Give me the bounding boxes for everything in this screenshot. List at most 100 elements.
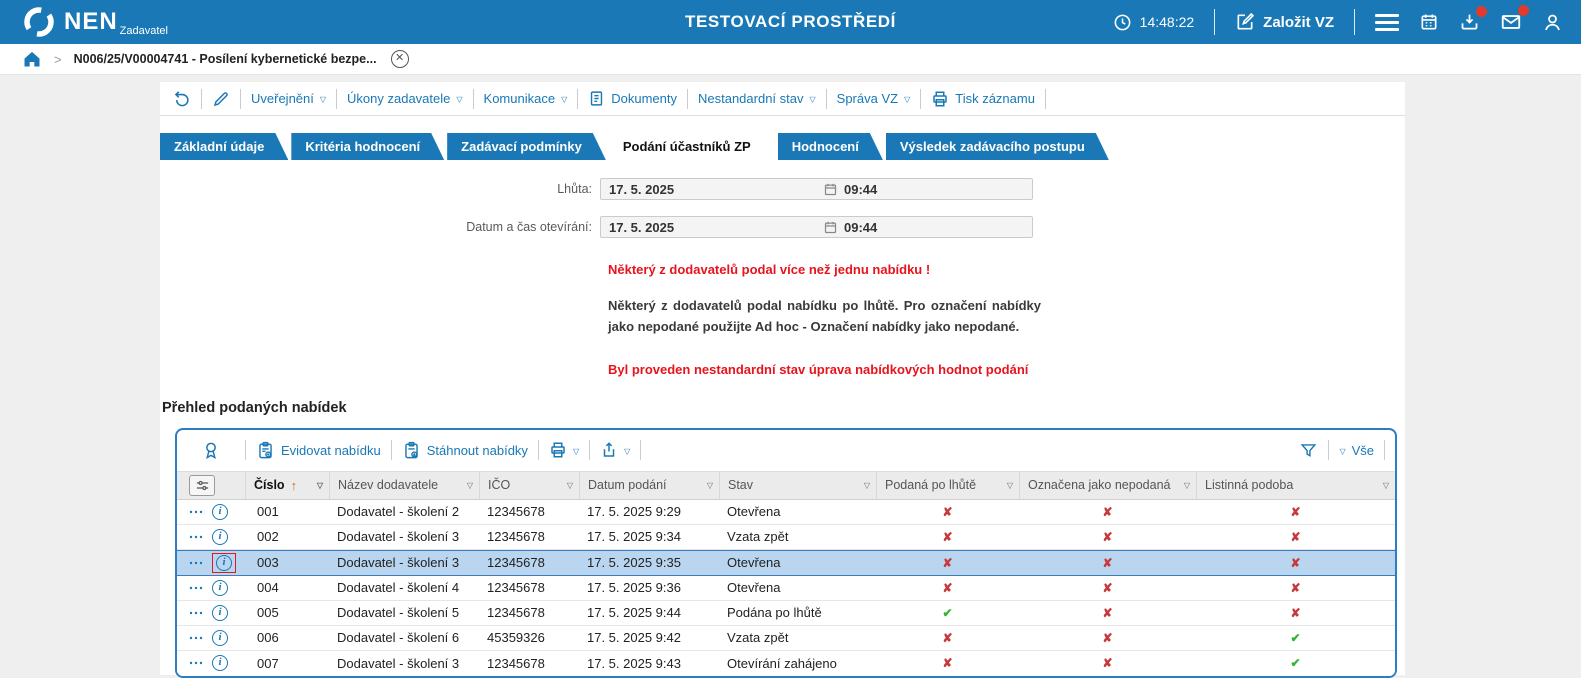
evidovat-nabidku-button[interactable]: Evidovat nabídku: [256, 441, 381, 460]
row-info-icon[interactable]: i: [212, 579, 228, 596]
create-vz-button[interactable]: Založit VZ: [1235, 12, 1334, 32]
header-datum-podani[interactable]: Datum podání ▽: [579, 471, 719, 499]
cell-datum: 17. 5. 2025 9:35: [587, 555, 681, 571]
menu-uverejneni[interactable]: Uveřejnění ▽: [251, 91, 326, 106]
filter-all-dropdown[interactable]: ▽ Vše: [1339, 443, 1374, 458]
row-info-icon[interactable]: i: [212, 528, 228, 545]
menu-dokumenty[interactable]: Dokumenty: [588, 90, 677, 107]
cell-listinna: ✘: [1290, 555, 1301, 570]
calendar-icon[interactable]: [823, 182, 838, 197]
cell-datum: 17. 5. 2025 9:44: [587, 605, 681, 621]
breadcrumb-separator: >: [54, 51, 62, 67]
tab-zakladni-udaje[interactable]: Základní údaje: [160, 133, 288, 160]
row-info-icon[interactable]: i: [216, 554, 232, 571]
menu-sprava-vz[interactable]: Správa VZ ▽: [837, 91, 911, 106]
print-record-button[interactable]: Tisk záznamu: [931, 90, 1035, 108]
menu-nestandardni-stav[interactable]: Nestandardní stav ▽: [698, 91, 816, 106]
row-info-icon[interactable]: i: [212, 604, 228, 621]
table-row-selected[interactable]: i 003 Dodavatel - školení 3 12345678 17.…: [177, 549, 1395, 576]
cell-cislo: 004: [257, 580, 279, 596]
row-menu-icon[interactable]: [189, 635, 203, 641]
cell-nazev: Dodavatel - školení 3: [337, 555, 460, 571]
table-row[interactable]: i 007 Dodavatel - školení 3 12345678 17.…: [177, 650, 1395, 676]
menu-icon[interactable]: [1375, 13, 1399, 31]
header-podana-po-lhute[interactable]: Podaná po lhůtě ▽: [876, 471, 1019, 499]
row-menu-icon[interactable]: [189, 610, 203, 616]
filter-icon[interactable]: ▽: [1007, 481, 1013, 490]
column-settings-icon[interactable]: [189, 474, 215, 496]
cell-ico: 12345678: [487, 580, 545, 596]
history-button[interactable]: [172, 89, 191, 108]
downloads-button[interactable]: [1459, 5, 1487, 33]
filter-funnel-icon[interactable]: [1299, 441, 1318, 460]
divider: [240, 88, 241, 109]
row-info-icon[interactable]: i: [212, 629, 228, 646]
filter-icon[interactable]: ▽: [707, 481, 713, 490]
tab-zadavaci-podminky[interactable]: Zadávací podmínky: [447, 133, 606, 160]
deadline-time-value[interactable]: 09:44: [844, 182, 877, 197]
row-info-icon[interactable]: i: [212, 655, 228, 672]
menu-komunikace[interactable]: Komunikace ▽: [484, 91, 568, 106]
header-ico[interactable]: IČO ▽: [479, 471, 579, 499]
stahnout-nabidky-button[interactable]: Stáhnout nabídky: [402, 441, 528, 460]
row-menu-icon[interactable]: [189, 560, 203, 566]
table-row[interactable]: i 005 Dodavatel - školení 5 12345678 17.…: [177, 600, 1395, 626]
table-row[interactable]: i 001 Dodavatel - školení 2 12345678 17.…: [177, 499, 1395, 525]
tab-podani-ucastniku[interactable]: Podání účastníků ZP: [609, 133, 775, 160]
cell-ico: 12345678: [487, 504, 545, 520]
award-button[interactable]: [201, 440, 221, 460]
filter-icon[interactable]: ▽: [1383, 481, 1389, 490]
row-menu-icon[interactable]: [189, 509, 203, 515]
filter-icon[interactable]: ▽: [864, 481, 870, 490]
warning-nonstandard-state: Byl proveden nestandardní stav úprava na…: [608, 361, 1029, 377]
chevron-down-icon: ▽: [904, 95, 911, 104]
cell-nepodana: ✘: [1102, 555, 1113, 570]
table-row[interactable]: i 004 Dodavatel - školení 4 12345678 17.…: [177, 575, 1395, 601]
undo-icon: [174, 91, 189, 107]
menu-ukony-zadavatele[interactable]: Úkony zadavatele ▽: [347, 91, 463, 106]
filter-icon[interactable]: ▽: [317, 481, 323, 490]
table-row[interactable]: i 006 Dodavatel - školení 6 45359326 17.…: [177, 625, 1395, 651]
divider: [472, 88, 474, 109]
opening-input[interactable]: 17. 5. 2025 09:44: [600, 216, 1033, 238]
row-menu-icon[interactable]: [189, 660, 203, 666]
edit-button[interactable]: [212, 90, 230, 108]
nen-logo[interactable]: NEN Zadavatel: [22, 5, 168, 39]
header-listinna-podoba[interactable]: Listinná podoba ▽: [1196, 471, 1395, 499]
print-list-button[interactable]: ▽: [549, 441, 579, 459]
filter-icon[interactable]: ▽: [567, 481, 573, 490]
cell-po-lhute: ✘: [942, 580, 953, 595]
cell-stav: Vzata zpět: [727, 630, 789, 646]
tab-hodnoceni[interactable]: Hodnocení: [778, 133, 883, 160]
export-button[interactable]: ▽: [600, 441, 630, 459]
row-info-icon[interactable]: i: [212, 503, 228, 520]
header-oznacena-jako-nepodana[interactable]: Označena jako nepodaná ▽: [1019, 471, 1196, 499]
header-nazev-dodavatele[interactable]: Název dodavatele ▽: [329, 471, 479, 499]
home-icon[interactable]: [22, 49, 42, 69]
cell-datum: 17. 5. 2025 9:43: [587, 655, 681, 671]
breadcrumb-item[interactable]: N006/25/V00004741 - Posílení kybernetick…: [74, 52, 377, 66]
opening-date-value[interactable]: 17. 5. 2025: [601, 220, 823, 235]
messages-button[interactable]: [1500, 5, 1529, 33]
table-row[interactable]: i 002 Dodavatel - školení 3 12345678 17.…: [177, 524, 1395, 550]
cell-cislo: 007: [257, 655, 279, 671]
deadline-input[interactable]: 17. 5. 2025 09:44: [600, 178, 1033, 200]
opening-time-value[interactable]: 09:44: [844, 220, 877, 235]
header-stav[interactable]: Stav ▽: [719, 471, 876, 499]
row-menu-icon[interactable]: [189, 585, 203, 591]
filter-icon[interactable]: ▽: [1184, 481, 1190, 490]
cell-nepodana: ✘: [1102, 504, 1113, 519]
tab-vysledek[interactable]: Výsledek zadávacího postupu: [886, 133, 1109, 160]
brand-name: NEN: [64, 8, 118, 35]
deadline-date-value[interactable]: 17. 5. 2025: [601, 182, 823, 197]
close-icon[interactable]: ✕: [390, 50, 409, 68]
tab-kriteria-hodnoceni[interactable]: Kritéria hodnocení: [291, 133, 444, 160]
calendar-button[interactable]: [1419, 12, 1439, 32]
clock-icon: [1114, 14, 1131, 30]
calendar-icon[interactable]: [823, 220, 838, 235]
profile-button[interactable]: [1542, 12, 1563, 33]
header-cislo[interactable]: Číslo ↑ ▽: [245, 471, 329, 499]
row-menu-icon[interactable]: [189, 534, 203, 540]
chevron-down-icon: ▽: [456, 95, 463, 104]
filter-icon[interactable]: ▽: [467, 481, 473, 490]
